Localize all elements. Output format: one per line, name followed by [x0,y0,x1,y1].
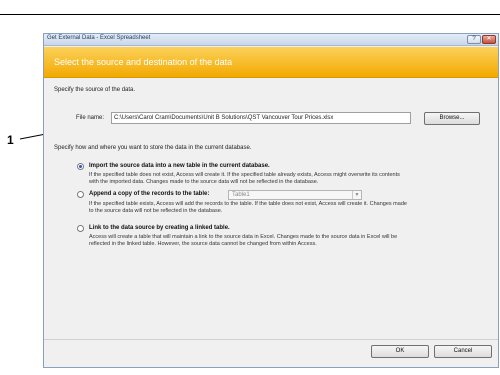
import-desc-line-2: with the imported data. Changes made to … [89,179,319,185]
close-button[interactable]: ✕ [482,35,496,44]
import-option-label[interactable]: Import the source data into a new table … [89,163,270,169]
link-option-label[interactable]: Link to the data source by creating a li… [89,225,230,231]
browse-button[interactable]: Browse... [424,112,480,125]
banner-title: Select the source and destination of the… [54,57,233,67]
link-desc-line-2: reflected in the linked table. However, … [89,241,317,247]
file-name-label: File name: [76,115,105,121]
link-desc-line-1: Access will create a table that will mai… [89,234,398,240]
dialog-title: Get External Data - Excel Spreadsheet [47,35,151,41]
import-radio[interactable] [77,163,84,170]
link-radio[interactable] [77,225,84,232]
dialog-body: Specify the source of the data. File nam… [44,79,498,339]
import-desc-line-1: If the specified table does not exist, A… [89,172,400,178]
cancel-button[interactable]: Cancel [434,345,492,358]
file-name-input[interactable]: C:\Users\Carol Cram\Documents\Unit B Sol… [111,112,411,124]
title-bar: Get External Data - Excel Spreadsheet ? … [44,34,498,46]
append-radio[interactable] [77,191,84,198]
header-banner: Select the source and destination of the… [44,47,498,78]
source-heading: Specify the source of the data. [54,87,136,93]
help-button[interactable]: ? [467,35,481,44]
append-desc-line-1: If the specified table exists, Access wi… [89,201,407,207]
footer-divider [44,339,498,340]
append-table-select[interactable]: Table1 ▼ [228,190,362,200]
append-table-value: Table1 [232,192,250,198]
append-option-label[interactable]: Append a copy of the records to the tabl… [89,191,209,197]
append-desc-line-2: to the source data will not be reflected… [89,208,223,214]
destination-heading: Specify how and where you want to store … [54,145,252,151]
chevron-down-icon: ▼ [352,191,361,199]
ok-button[interactable]: OK [371,345,429,358]
import-dialog: Get External Data - Excel Spreadsheet ? … [43,33,499,368]
